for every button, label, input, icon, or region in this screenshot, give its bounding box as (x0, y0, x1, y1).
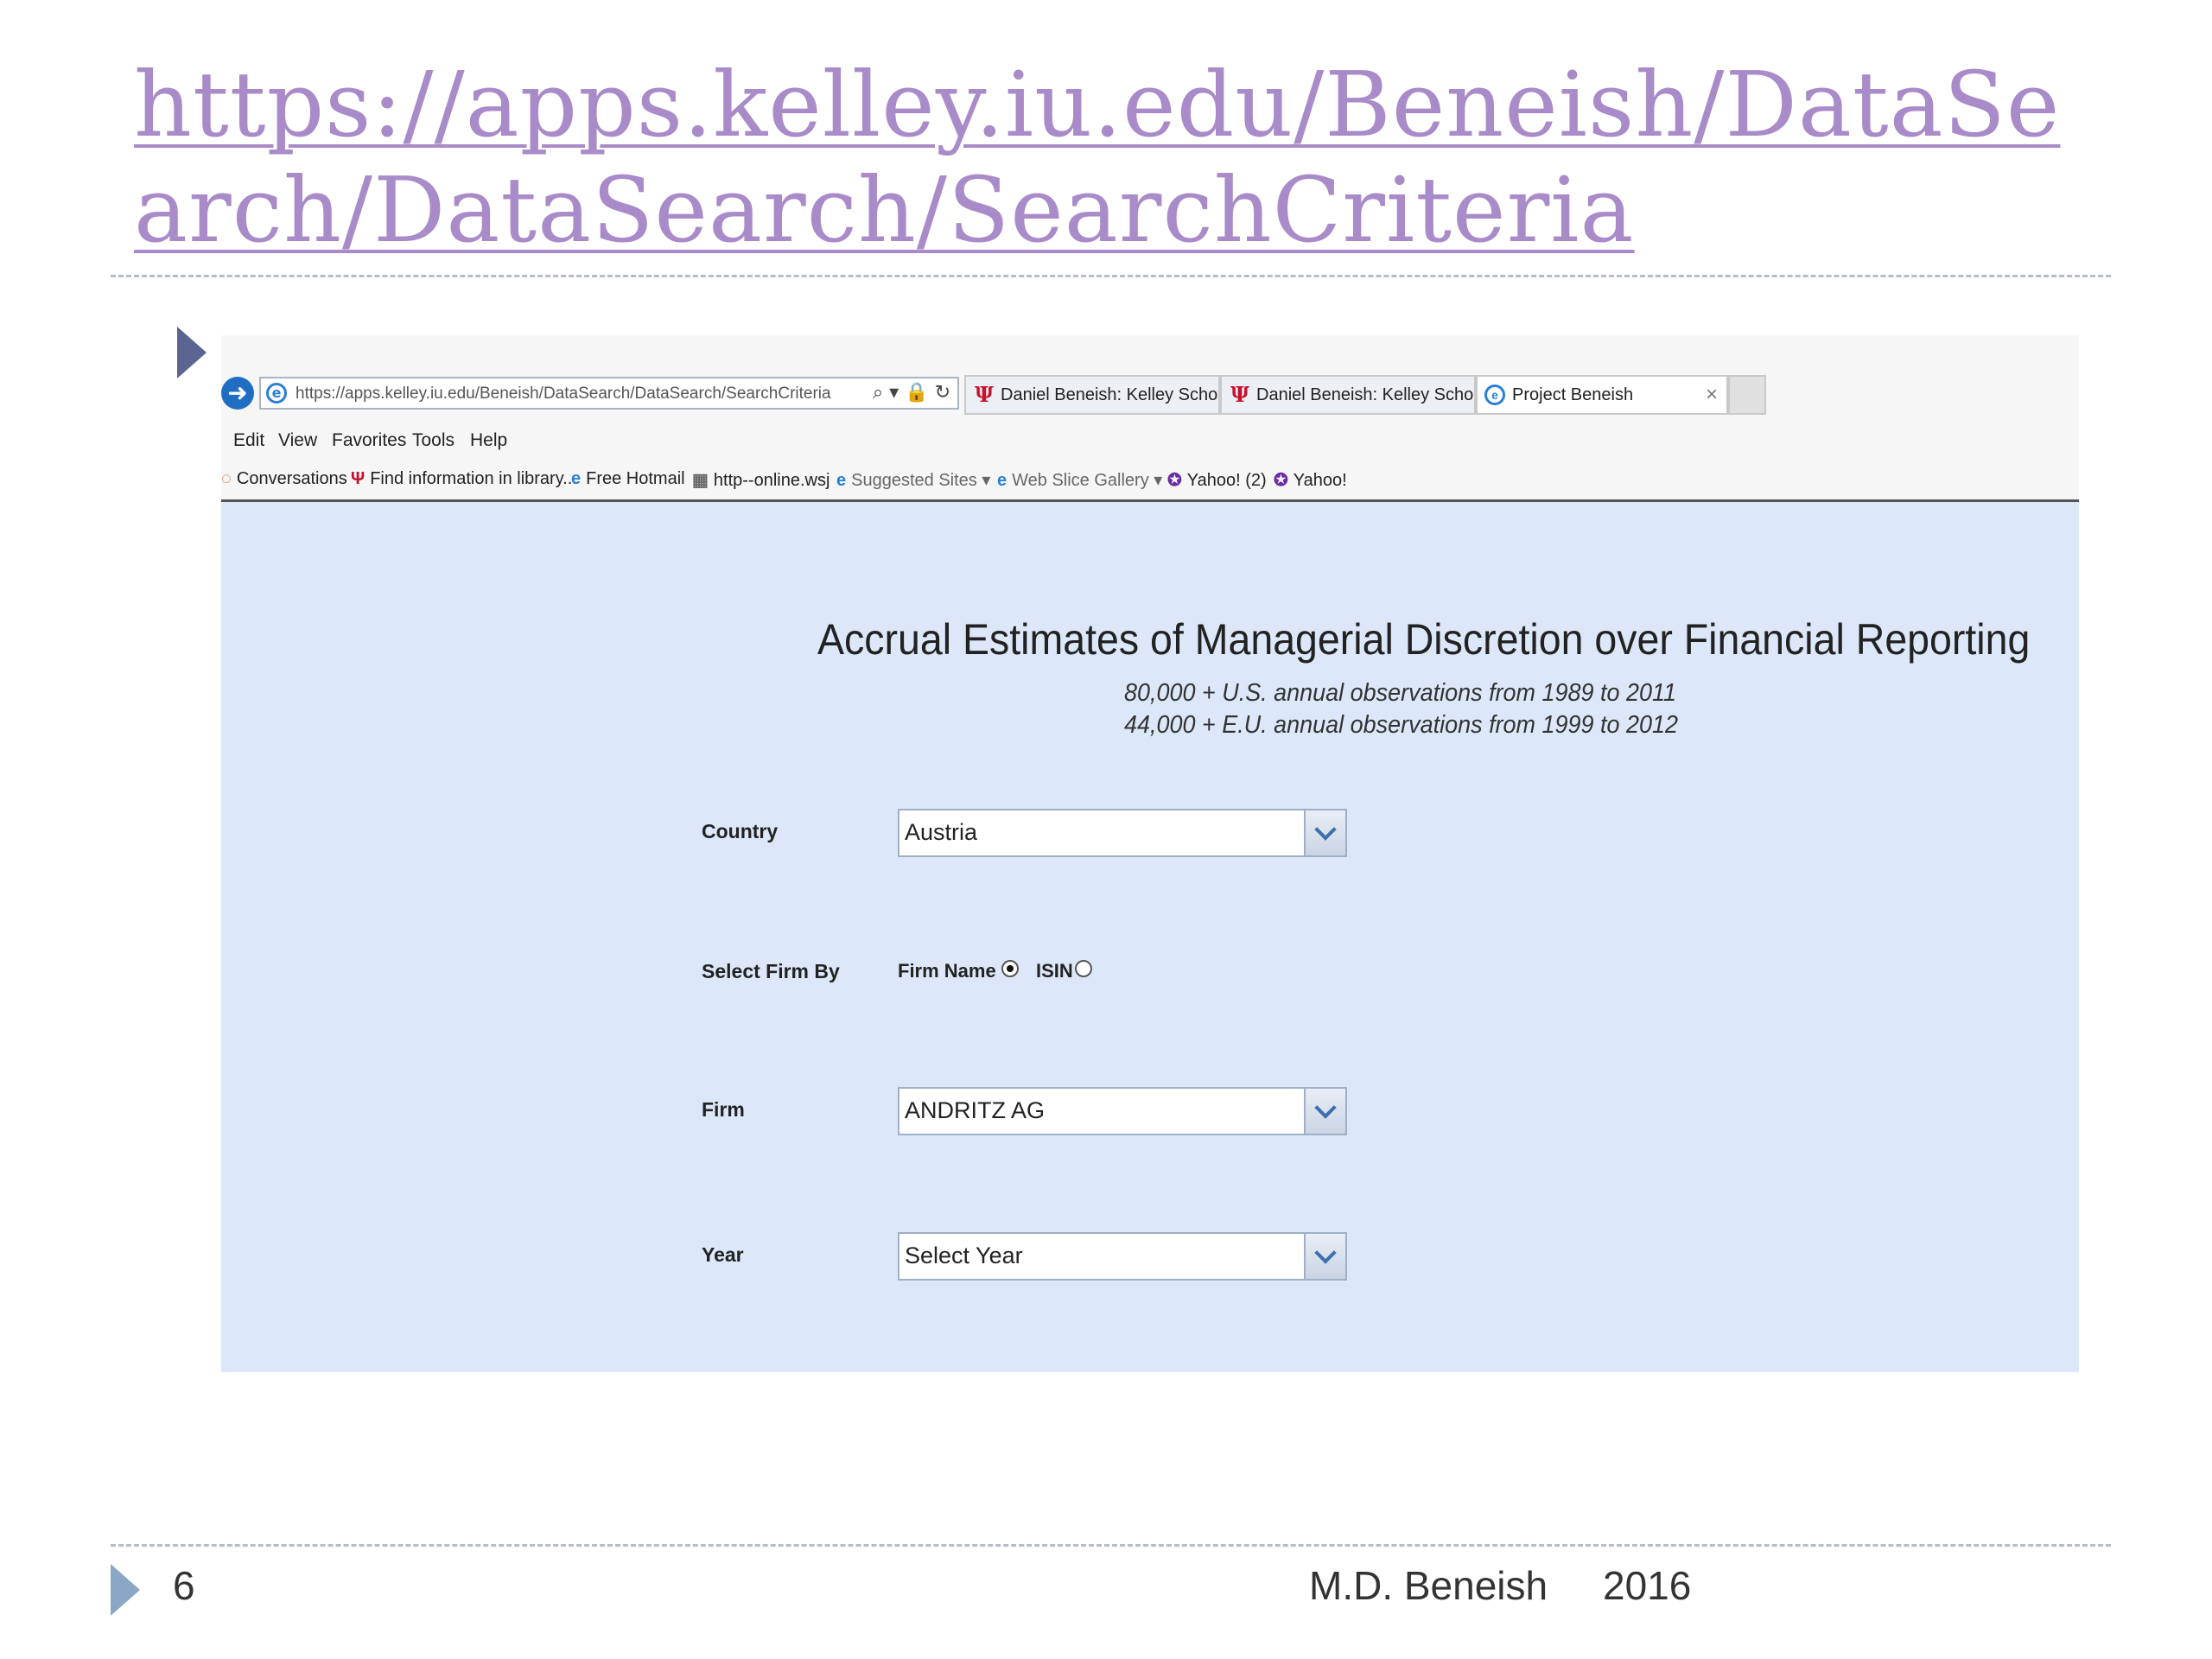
subtitle-eu: 44,000 + E.U. annual observations from 1… (1124, 711, 1678, 739)
iu-trident-icon: Ψ (1230, 382, 1249, 407)
country-label: Country (702, 820, 779, 842)
firm-select[interactable]: ANDRITZ AG (898, 1087, 1347, 1135)
slide-title-line-2[interactable]: arch/DataSearch/SearchCriteria (134, 157, 2121, 263)
firm-name-radio-label[interactable]: Firm Name (898, 960, 996, 982)
dropdown-button[interactable] (1304, 1089, 1345, 1134)
slide-title[interactable]: https://apps.kelley.iu.edu/Beneish/DataS… (134, 52, 2121, 263)
fav-conversations[interactable]: ◌ Conversations (221, 469, 347, 489)
fav-suggested-sites[interactable]: e Suggested Sites ▾ (836, 469, 990, 491)
iu-trident-icon: Ψ (975, 382, 994, 407)
menu-view[interactable]: View (278, 430, 317, 451)
iu-trident-icon: Ψ (351, 469, 365, 488)
slide-title-line-1[interactable]: https://apps.kelley.iu.edu/Beneish/DataS… (134, 52, 2121, 157)
firm-name-radio[interactable] (1001, 960, 1019, 977)
fav-find-information[interactable]: Ψ Find information in library... (351, 469, 577, 489)
web-page-content: Accrual Estimates of Managerial Discreti… (221, 502, 2079, 1372)
ie-page-icon: e (997, 471, 1007, 490)
subtitle-us: 80,000 + U.S. annual observations from 1… (1124, 679, 1676, 707)
year-label: Year (702, 1243, 744, 1266)
country-value: Austria (905, 819, 978, 845)
address-tools-icons[interactable]: ⌕ ▾ 🔒 ↻ (873, 382, 950, 404)
conversations-icon: ◌ (221, 469, 232, 488)
year-value: Select Year (905, 1243, 1023, 1268)
fav-free-hotmail[interactable]: e Free Hotmail (571, 469, 685, 489)
close-tab-icon[interactable]: × (1706, 377, 1718, 413)
fav-yahoo[interactable]: ✪ Yahoo! (1274, 469, 1347, 491)
favorites-bar: ◌ Conversations Ψ Find information in libr… (221, 460, 2079, 502)
chevron-down-icon (1314, 1096, 1337, 1119)
fav-yahoo-2[interactable]: ✪ Yahoo! (2) (1167, 469, 1267, 491)
yahoo-icon: ✪ (1167, 471, 1182, 490)
tab-daniel-beneish-2[interactable]: Ψ Daniel Beneish: Kelley School o... (1220, 375, 1476, 415)
address-url[interactable]: https://apps.kelley.iu.edu/Beneish/DataS… (296, 385, 831, 404)
tab-project-beneish[interactable]: e Project Beneish × (1476, 375, 1728, 415)
tab-label: Daniel Beneish: Kelley School o... (1001, 385, 1218, 404)
dropdown-button[interactable] (1304, 810, 1345, 855)
new-tab-button[interactable] (1728, 375, 1766, 415)
page-title: Accrual Estimates of Managerial Discreti… (817, 615, 2031, 664)
bullet-arrow-icon (177, 327, 207, 378)
browser-screenshot: ➜ e https://apps.kelley.iu.edu/Beneish/D… (221, 335, 2079, 1372)
slide-footer: M.D. Beneish 2016 (1309, 1563, 1692, 1608)
dropdown-button[interactable] (1304, 1234, 1345, 1279)
chevron-down-icon (1314, 818, 1337, 841)
ie-icon: e (836, 471, 847, 490)
ie-icon: e (266, 383, 287, 404)
fav-wsj[interactable]: ▦ http--online.wsj (692, 469, 830, 491)
tab-label: Project Beneish (1512, 385, 1634, 404)
menu-favorites[interactable]: Favorites (332, 430, 406, 451)
menu-bar: Edit View Favorites Tools Help (221, 422, 2079, 460)
year-select[interactable]: Select Year (898, 1232, 1347, 1281)
ie-icon: e (1484, 385, 1505, 405)
isin-radio[interactable] (1075, 960, 1092, 977)
isin-radio-label[interactable]: ISIN (1036, 960, 1073, 982)
top-divider (111, 275, 2111, 277)
tab-label: Daniel Beneish: Kelley School o... (1256, 385, 1474, 404)
back-arrow-icon[interactable]: ➜ (221, 377, 254, 410)
fav-web-slice-gallery[interactable]: e Web Slice Gallery ▾ (997, 469, 1162, 491)
menu-tools[interactable]: Tools (412, 430, 454, 451)
firm-label: Firm (702, 1098, 745, 1121)
yahoo-icon: ✪ (1274, 471, 1288, 490)
menu-edit[interactable]: Edit (233, 430, 264, 451)
browser-tab-bar: ➜ e https://apps.kelley.iu.edu/Beneish/D… (221, 335, 2079, 422)
menu-help[interactable]: Help (470, 430, 507, 451)
slide-page-number: 6 (173, 1563, 195, 1608)
chevron-down-icon (1314, 1242, 1337, 1264)
wsj-icon: ▦ (692, 471, 709, 490)
address-bar[interactable]: e https://apps.kelley.iu.edu/Beneish/Dat… (259, 377, 959, 410)
firm-value: ANDRITZ AG (905, 1097, 1046, 1123)
country-select[interactable]: Austria (898, 809, 1347, 857)
footer-arrow-icon (111, 1564, 140, 1616)
bottom-divider (111, 1544, 2111, 1547)
tab-daniel-beneish-1[interactable]: Ψ Daniel Beneish: Kelley School o... (964, 375, 1220, 415)
ie-page-icon: e (571, 469, 582, 488)
select-firm-by-label: Select Firm By (702, 960, 840, 982)
